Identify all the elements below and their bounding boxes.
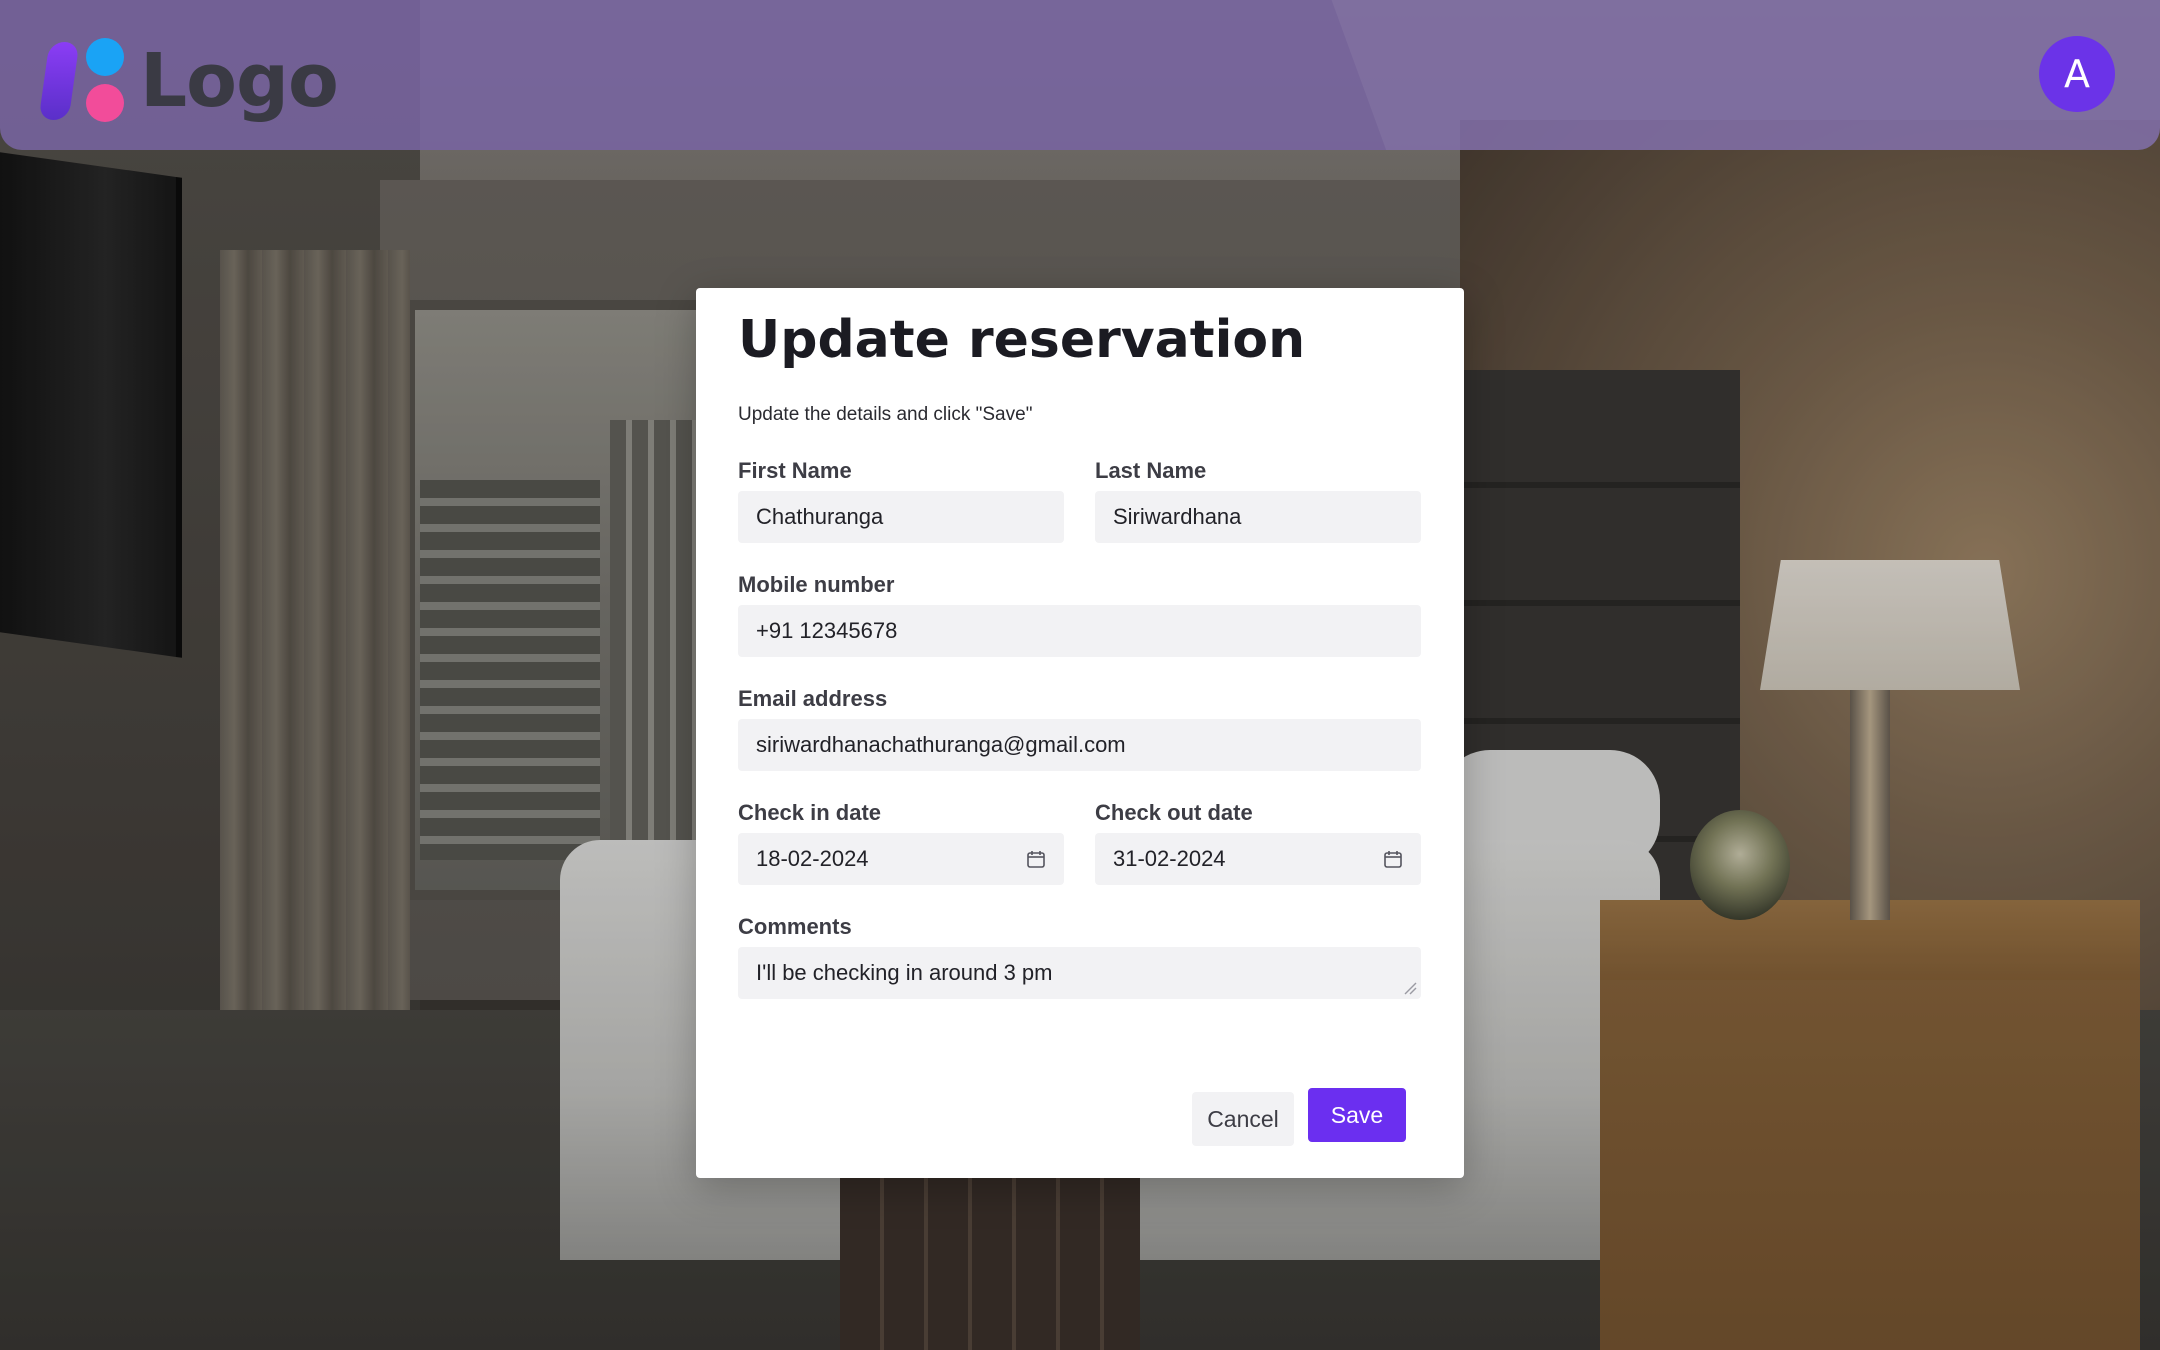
mobile-number-field[interactable]: +91 12345678: [738, 605, 1421, 657]
modal-subtitle: Update the details and click "Save": [738, 404, 1033, 425]
check-out-date-field[interactable]: 31-02-2024: [1095, 833, 1421, 885]
first-name-field[interactable]: Chathuranga: [738, 491, 1064, 543]
email-address-value: siriwardhanachathuranga@gmail.com: [756, 732, 1126, 757]
first-name-value: Chathuranga: [756, 504, 884, 529]
last-name-field[interactable]: Siriwardhana: [1095, 491, 1421, 543]
comments-textarea[interactable]: I'll be checking in around 3 pm: [738, 947, 1421, 999]
check-out-date-label: Check out date: [1095, 800, 1253, 825]
check-in-date-field[interactable]: 18-02-2024: [738, 833, 1064, 885]
calendar-icon[interactable]: [1026, 849, 1046, 869]
user-avatar[interactable]: A: [2039, 36, 2115, 112]
check-in-date-value: 18-02-2024: [756, 846, 869, 871]
mobile-number-value: +91 12345678: [756, 618, 898, 643]
resize-handle-icon[interactable]: [1401, 979, 1417, 995]
cancel-button[interactable]: Cancel: [1192, 1092, 1294, 1146]
logo-bar-shape: [38, 42, 80, 120]
logo-dot-pink: [86, 84, 124, 122]
last-name-value: Siriwardhana: [1113, 504, 1242, 529]
check-in-date-label: Check in date: [738, 800, 882, 825]
email-address-label: Email address: [738, 686, 888, 711]
check-out-date-value: 31-02-2024: [1113, 846, 1226, 871]
comments-label: Comments: [738, 914, 852, 939]
mobile-number-label: Mobile number: [738, 572, 895, 597]
page: Logo A Update reservation Update the det…: [0, 0, 2160, 1350]
comments-value: I'll be checking in around 3 pm: [756, 960, 1053, 985]
logo[interactable]: Logo: [38, 38, 339, 124]
update-reservation-modal: Update reservation Update the details an…: [696, 288, 1464, 1178]
top-header: Logo A: [0, 0, 2160, 150]
first-name-label: First Name: [738, 458, 852, 483]
email-address-field[interactable]: siriwardhanachathuranga@gmail.com: [738, 719, 1421, 771]
save-button[interactable]: Save: [1308, 1088, 1406, 1142]
logo-text: Logo: [140, 38, 339, 124]
last-name-label: Last Name: [1095, 458, 1207, 483]
calendar-icon[interactable]: [1383, 849, 1403, 869]
header-sheen: [1327, 0, 2160, 150]
modal-title: Update reservation: [738, 310, 1306, 370]
logo-dot-blue: [86, 38, 124, 76]
logo-mark-icon: [38, 38, 126, 124]
